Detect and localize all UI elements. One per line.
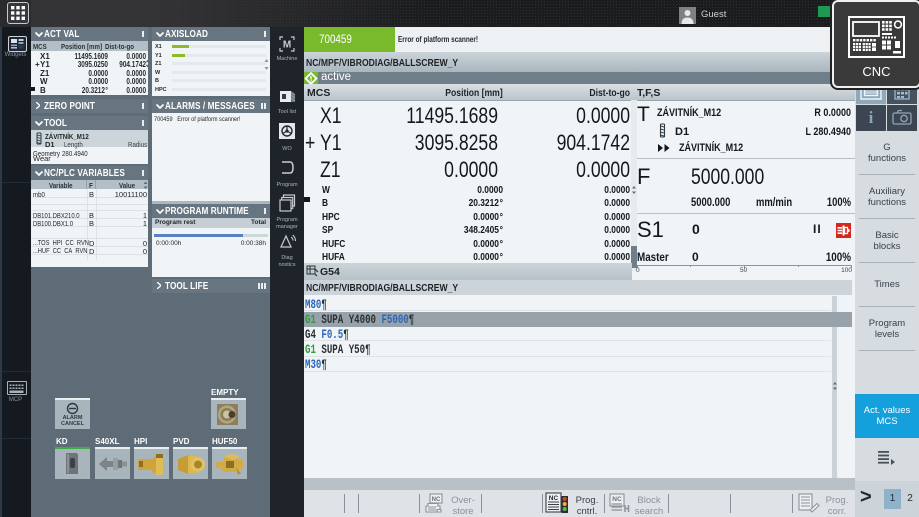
- svg-text:NC: NC: [549, 495, 559, 502]
- svg-text:NC: NC: [432, 497, 441, 503]
- svg-text:NC: NC: [612, 496, 622, 503]
- svg-text:M: M: [283, 40, 291, 51]
